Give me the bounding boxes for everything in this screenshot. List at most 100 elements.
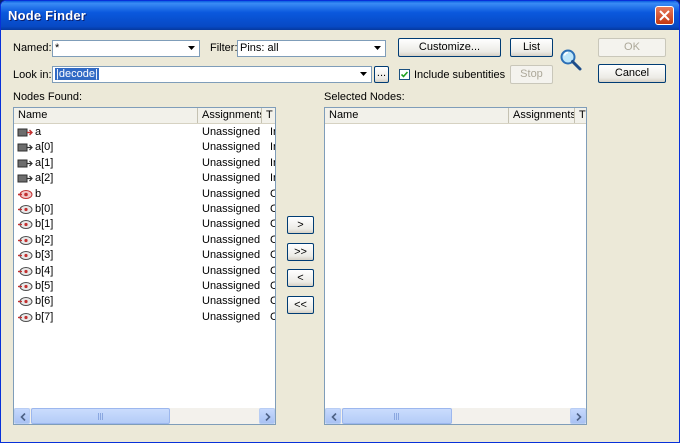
node-assignments: Unassigned [202,264,260,277]
dropdown-arrow-icon [374,46,381,50]
customize-button[interactable]: Customize... [398,38,501,57]
node-assignments: Unassigned [202,310,260,323]
window-title: Node Finder [8,8,87,23]
node-type: Ir [270,141,275,154]
node-finder-window: Node Finder Named: * Filter: Pins: all C… [0,0,680,443]
column-header-name[interactable]: Name [14,108,198,123]
column-header-assignments[interactable]: Assignments [509,108,575,123]
table-row[interactable]: b[3] Unassigned C [14,248,275,263]
browse-button[interactable]: ... [374,66,389,83]
title-bar[interactable]: Node Finder [1,1,679,30]
node-name: b[1] [35,218,54,231]
close-icon [659,10,670,21]
node-name: a [35,126,42,138]
stop-button[interactable]: Stop [510,65,553,84]
node-type: C [270,264,275,279]
named-combobox[interactable]: * [52,40,200,57]
node-assignments: Unassigned [202,187,260,200]
node-name: b[7] [35,310,54,323]
node-assignments: Unassigned [202,218,260,231]
dropdown-arrow-icon [188,46,195,50]
lookin-dropdown-button[interactable] [356,67,371,82]
selected-nodes-header: Name Assignments T [325,108,586,124]
node-type: Ir [270,126,275,138]
cancel-button[interactable]: Cancel [598,64,666,83]
selected-nodes-hscrollbar[interactable] [325,408,586,424]
filter-combobox[interactable]: Pins: all [237,40,386,57]
table-row[interactable]: b[0] Unassigned C [14,202,275,217]
table-row[interactable]: b[6] Unassigned C [14,294,275,309]
filter-label: Filter: [210,42,238,54]
table-row[interactable]: b[2] Unassigned C [14,233,275,248]
nodes-found-label: Nodes Found: [13,91,83,103]
node-type: C [270,248,275,263]
scroll-right-button[interactable] [570,408,586,424]
magnifier-icon [559,48,583,72]
table-row[interactable]: b[1] Unassigned C [14,217,275,232]
node-name: b[5] [35,280,54,292]
remove-all-button[interactable]: << [287,296,314,314]
named-value: * [55,42,60,54]
ok-button[interactable]: OK [598,38,666,57]
node-type: C [270,217,275,232]
scroll-thumb[interactable] [342,408,452,424]
nodes-found-hscrollbar[interactable] [14,408,275,424]
lookin-combobox[interactable]: |decode| [52,66,372,83]
scroll-right-button[interactable] [259,408,275,424]
close-button[interactable] [655,6,674,25]
table-row[interactable]: a[2] Unassigned Ir [14,171,275,186]
scroll-thumb[interactable] [31,408,170,424]
add-all-button[interactable]: >> [287,243,314,261]
chevron-left-icon [331,413,337,421]
node-assignments: Unassigned [202,172,260,185]
table-row[interactable]: b[7] Unassigned C [14,310,275,327]
table-row[interactable]: b Unassigned C [14,187,275,202]
node-assignments: Unassigned [202,203,260,215]
include-subentities-label: Include subentities [414,69,506,81]
node-assignments: Unassigned [202,249,260,262]
selected-nodes-list[interactable]: Name Assignments T [324,107,587,425]
output-pin-icon [17,312,33,327]
node-type: C [270,187,275,202]
chevron-right-icon [265,413,271,421]
scroll-left-button[interactable] [14,408,30,424]
node-assignments: Unassigned [202,156,260,169]
node-name: a[0] [35,141,54,154]
table-row[interactable]: b[5] Unassigned C [14,279,275,294]
include-subentities-checkbox[interactable] [399,69,410,80]
remove-selected-button[interactable]: < [287,269,314,287]
node-assignments: Unassigned [202,141,260,154]
node-type: C [270,202,275,217]
nodes-found-list[interactable]: Name Assignments T a Unassigned Ir a[0] Unas… [13,107,276,425]
column-header-type[interactable]: T [262,108,275,123]
selected-nodes-label: Selected Nodes: [324,91,405,103]
node-type: C [270,310,275,325]
column-header-assignments[interactable]: Assignments [198,108,262,123]
node-name: b[3] [35,249,54,262]
chevron-right-icon [576,413,582,421]
node-assignments: Unassigned [202,233,260,246]
node-type: C [270,279,275,294]
column-header-name[interactable]: Name [325,108,509,123]
node-type: C [270,233,275,248]
node-type: Ir [270,156,275,169]
filter-value: Pins: all [240,42,279,54]
node-type: Ir [270,172,275,185]
list-button[interactable]: List [510,38,553,57]
dropdown-arrow-icon [360,72,367,76]
add-selected-button[interactable]: > [287,216,314,234]
column-header-type[interactable]: T [575,108,586,123]
node-assignments: Unassigned [202,280,260,292]
table-row[interactable]: a[1] Unassigned Ir [14,156,275,171]
node-name: b[6] [35,295,54,308]
node-name: b[2] [35,233,54,246]
node-name: a[2] [35,172,54,185]
scroll-left-button[interactable] [325,408,341,424]
table-row[interactable]: a Unassigned Ir [14,125,275,140]
named-dropdown-button[interactable] [184,41,199,56]
nodes-found-header: Name Assignments T [14,108,275,124]
filter-dropdown-button[interactable] [370,41,385,56]
table-row[interactable]: a[0] Unassigned Ir [14,140,275,155]
node-type: C [270,294,275,309]
table-row[interactable]: b[4] Unassigned C [14,264,275,279]
